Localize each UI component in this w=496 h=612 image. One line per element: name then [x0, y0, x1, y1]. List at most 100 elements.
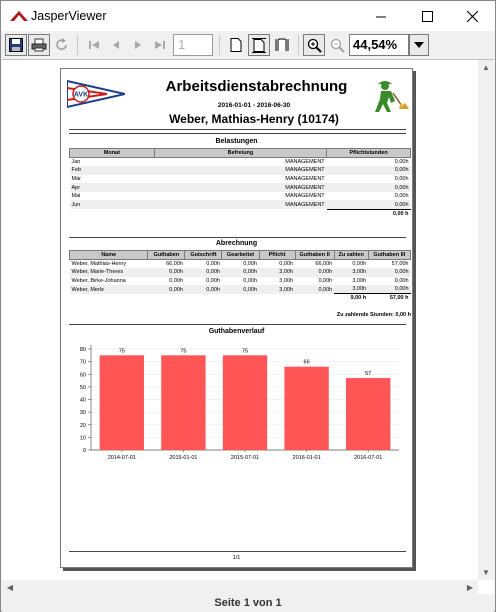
zoom-in-button[interactable]: [303, 34, 325, 56]
bar: [284, 366, 329, 450]
report-title: Arbeitsdienstabrechnung: [165, 78, 348, 95]
status-bar: Seite 1 von 1: [2, 595, 494, 612]
column-header: Guthaben III: [367, 250, 412, 260]
column-header: Monat: [69, 148, 155, 158]
table-cell: 0,00h: [206, 277, 220, 284]
scroll-down-icon[interactable]: ▼: [478, 565, 494, 580]
next-page-button[interactable]: [127, 34, 149, 56]
total-row: 9,00 h 57,00 h: [70, 293, 411, 303]
minimize-button[interactable]: [358, 1, 404, 31]
column-header: Zu zahlen: [333, 250, 369, 260]
vertical-scrollbar[interactable]: ▲ ▼: [478, 60, 494, 580]
print-icon: [31, 38, 47, 52]
chart-title: Guthabenverlauf: [208, 328, 265, 335]
column-header: Gearbeitet: [221, 250, 260, 260]
table-cell: MANAGEMENT: [154, 183, 327, 192]
page-number-input[interactable]: 1: [173, 34, 213, 56]
table-cell: 0,00h: [295, 268, 335, 277]
total-guthaben: 57,00 h: [368, 293, 411, 303]
window-title: JasperViewer: [31, 9, 107, 23]
total-zu-zahlen: 9,00 h: [334, 293, 369, 303]
y-tick-label: 20: [80, 423, 86, 429]
table-cell: 3,00h: [259, 285, 296, 294]
table-row: Apr MANAGEMENT 0,00h: [69, 183, 411, 192]
table-cell: 0,00h: [206, 261, 220, 268]
table-cell: 0,00h: [394, 175, 409, 182]
zu-zahlende-stunden: Zu zahlende Stunden: 0,00 h: [336, 312, 411, 318]
toolbar-separator: [219, 35, 220, 55]
table-cell: Jun: [69, 200, 155, 210]
last-page-button[interactable]: [149, 34, 171, 56]
column-header: Pflicht: [258, 250, 296, 260]
table-cell: 0,00h: [184, 285, 222, 294]
table-cell: 0,00h: [184, 268, 222, 277]
divider: [69, 237, 406, 238]
table-cell: 0,00h: [295, 285, 335, 294]
title-bar: JasperViewer: [1, 1, 495, 31]
reload-icon: [56, 38, 67, 51]
fit-page-button[interactable]: [248, 34, 270, 56]
table-cell: 0,00h: [352, 261, 367, 268]
table-row: Mai MANAGEMENT 0,00h: [70, 192, 411, 201]
table-cell: 0,00h: [394, 193, 409, 200]
save-icon: [9, 38, 23, 52]
report-viewport[interactable]: AVK Arbeitsdienstabrechnung 2016-01-01 -…: [2, 59, 494, 595]
x-tick-label: 2014-07-01: [108, 455, 136, 461]
abrechnung-title: Abrechnung: [215, 240, 258, 247]
save-button[interactable]: [5, 34, 27, 56]
total-row: 0,00 h: [70, 208, 411, 218]
zoom-dropdown-button[interactable]: [409, 34, 429, 56]
y-tick-label: 10: [80, 435, 86, 441]
actual-size-button[interactable]: [225, 34, 247, 56]
table-cell: 0,00h: [394, 159, 409, 166]
scroll-up-icon[interactable]: ▲: [478, 60, 494, 75]
column-header: Name: [68, 250, 149, 260]
table-cell: Weber, Merle: [69, 285, 148, 294]
scroll-left-icon[interactable]: ◀: [2, 580, 18, 595]
zoom-out-button[interactable]: [326, 34, 348, 56]
print-button[interactable]: [28, 34, 50, 56]
table-cell: 0,00h: [326, 183, 411, 192]
table-cell: 0,00h: [318, 277, 333, 284]
close-button[interactable]: [449, 1, 495, 31]
jasper-app-icon: [10, 11, 28, 21]
table-cell: MANAGEMENT: [285, 159, 325, 166]
table-cell: 0,00h: [169, 277, 183, 284]
maximize-button[interactable]: [404, 1, 450, 31]
fit-width-button[interactable]: [271, 34, 293, 56]
table-row: Weber, Merle 0,00h 0,00h 0,00h 3,00h 0,00h 3,0…: [69, 285, 411, 294]
y-tick-label: 30: [80, 410, 86, 416]
table-cell: MANAGEMENT: [285, 193, 325, 200]
table-cell: 0,00h: [147, 285, 185, 294]
actual-size-icon: [230, 38, 242, 52]
table-row: Weber, Birke-Johanna 0,00h 0,00h 0,00h 3,00h…: [70, 277, 411, 286]
table-cell: 3,00h: [334, 268, 369, 277]
table-row: Weber, Marie-Theres 0,00h 0,00h 0,00h 3,00h 0…: [69, 268, 411, 277]
first-page-button[interactable]: [83, 34, 105, 56]
data-label: 57: [365, 371, 371, 377]
table-cell: Weber, Mathias-Henry: [71, 261, 127, 268]
x-tick-label: 2016-07-01: [354, 455, 382, 461]
previous-page-button[interactable]: [105, 34, 127, 56]
table-cell: Jan: [71, 159, 81, 166]
table-cell: Apr: [69, 183, 155, 192]
divider: [69, 129, 406, 130]
y-tick-label: 70: [80, 360, 86, 366]
zoom-level-input[interactable]: 44,54%: [349, 34, 409, 56]
reload-button[interactable]: [51, 34, 73, 56]
table-row: Jan MANAGEMENT 0,00h: [70, 158, 411, 167]
minimize-icon: [375, 16, 386, 17]
table-cell: 0,00h: [221, 285, 260, 294]
scroll-right-icon[interactable]: ▶: [462, 580, 478, 595]
column-header: Guthaben: [147, 250, 186, 260]
data-label: 75: [242, 348, 248, 354]
zoom-out-icon: [330, 38, 345, 53]
toolbar-separator: [77, 35, 78, 55]
horizontal-scrollbar[interactable]: ◀ ▶: [2, 580, 478, 595]
bar: [346, 378, 391, 450]
column-header: Pflichtstunden: [326, 148, 411, 158]
first-page-icon: [89, 41, 99, 49]
table-cell: 3,00h: [352, 277, 367, 284]
table-row: Mär MANAGEMENT 0,00h: [70, 175, 411, 184]
report-member-name: Weber, Mathias-Henry (10174): [169, 112, 339, 126]
